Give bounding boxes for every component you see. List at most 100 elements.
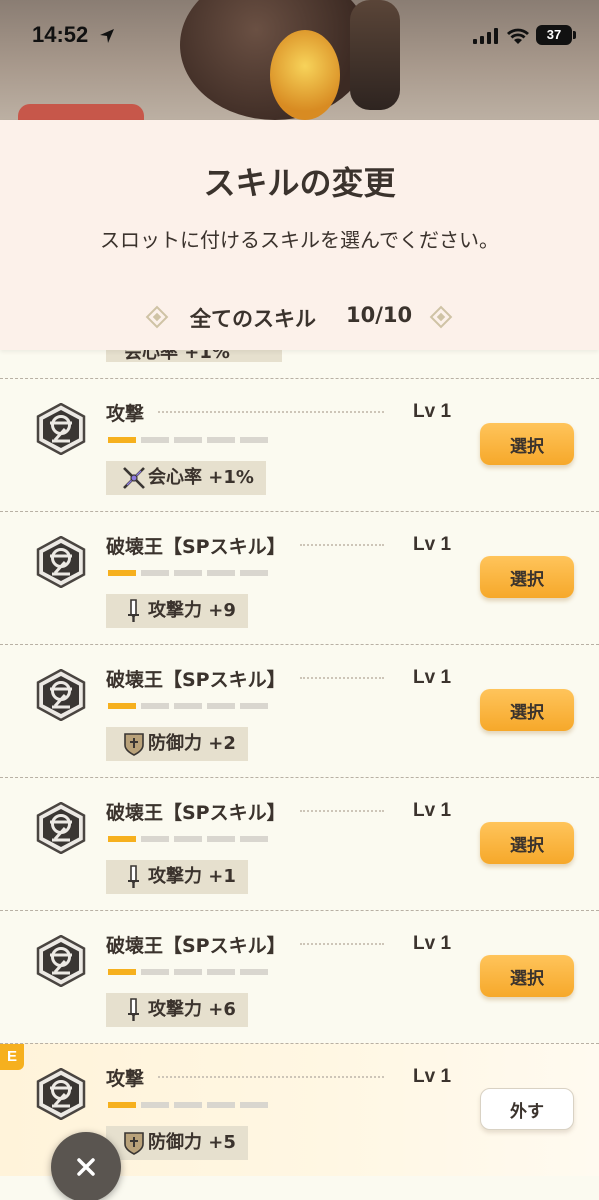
skill-name: 破壊王【SPスキル】: [106, 536, 286, 558]
name-level-divider: [300, 943, 384, 945]
level-pip: [240, 1102, 268, 1108]
equipped-badge-label: E: [6, 1048, 17, 1065]
level-pip: [207, 437, 235, 443]
stat-text: 攻撃力 +9: [148, 600, 236, 621]
level-pip: [141, 1102, 169, 1108]
level-pip: [141, 437, 169, 443]
level-pip: [174, 969, 202, 975]
level-pip: [174, 836, 202, 842]
name-level-divider: [300, 810, 384, 812]
skill-row[interactable]: 破壊王【SPスキル】 Lv 1 防御力 +2 選択: [0, 644, 599, 777]
name-level-divider: [300, 544, 384, 546]
skill-level: Lv 1: [413, 667, 452, 688]
skill-filter[interactable]: 全てのスキル 10/10: [0, 303, 599, 333]
battery-level: 37: [546, 27, 562, 42]
cellular-signal-icon: [473, 28, 498, 44]
dialog-title: スキルの変更: [203, 164, 396, 202]
level-progress: [108, 1102, 272, 1108]
skill-row[interactable]: 攻撃 Lv 1 会心率 +1% 選択: [0, 378, 599, 511]
level-pip: [240, 836, 268, 842]
level-progress: [108, 969, 272, 975]
level-pip: [174, 1102, 202, 1108]
skill-list[interactable]: 会心率 +1% 攻撃 Lv 1 会心率 +1% 選択 破壊王【SPスキル】 Lv 1 攻撃力…: [0, 350, 599, 1200]
level-pip: [207, 836, 235, 842]
skill-row[interactable]: 破壊王【SPスキル】 Lv 1 攻撃力 +9 選択: [0, 511, 599, 644]
level-pip: [141, 969, 169, 975]
skill-row[interactable]: 破壊王【SPスキル】 Lv 1 攻撃力 +6 選択: [0, 910, 599, 1043]
status-time: 14:52: [32, 22, 89, 47]
shield-icon: [124, 1132, 144, 1155]
stat-text: 攻撃力 +1: [148, 866, 236, 887]
sword-icon: [128, 998, 139, 1021]
skill-emblem-icon: [36, 403, 86, 455]
stat-text: 防御力 +2: [148, 733, 236, 754]
close-button[interactable]: [51, 1132, 121, 1200]
dialog-subtitle: スロットに付けるスキルを選んでください。: [100, 228, 499, 252]
level-progress: [108, 570, 272, 576]
level-pip: [108, 703, 136, 709]
name-level-divider: [158, 411, 384, 413]
level-progress: [108, 703, 272, 709]
skill-name: 破壊王【SPスキル】: [106, 669, 286, 691]
level-pip: [141, 703, 169, 709]
sword-icon: [128, 865, 139, 888]
diamond-left-icon: [145, 305, 169, 329]
level-pip: [108, 836, 136, 842]
select-button[interactable]: 選択: [480, 556, 574, 598]
skill-name: 攻撃: [106, 403, 145, 425]
level-pip: [240, 703, 268, 709]
skill-emblem-icon: [36, 536, 86, 588]
level-progress: [108, 437, 272, 443]
level-pip: [108, 437, 136, 443]
crit-icon: [123, 467, 145, 489]
level-pip: [240, 969, 268, 975]
stat-tag: 攻撃力 +1: [106, 860, 248, 894]
close-icon: [77, 1158, 95, 1176]
skill-name: 破壊王【SPスキル】: [106, 935, 286, 957]
level-pip: [207, 703, 235, 709]
stat-tag: 攻撃力 +6: [106, 993, 248, 1027]
select-button[interactable]: 選択: [480, 955, 574, 997]
equipped-badge: E: [0, 1044, 24, 1070]
skill-row[interactable]: 破壊王【SPスキル】 Lv 1 攻撃力 +1 選択: [0, 777, 599, 910]
stat-tag: 防御力 +2: [106, 727, 248, 761]
level-pip: [174, 437, 202, 443]
skill-level: Lv 1: [413, 534, 452, 555]
select-button[interactable]: 選択: [480, 423, 574, 465]
level-pip: [108, 1102, 136, 1108]
level-progress: [108, 836, 272, 842]
dialog-header: スキルの変更 スロットに付けるスキルを選んでください。 全てのスキル 10/10: [0, 120, 599, 350]
stat-tag: 防御力 +5: [106, 1126, 248, 1160]
name-level-divider: [300, 677, 384, 679]
skill-emblem-icon: [36, 802, 86, 854]
select-button[interactable]: 選択: [480, 689, 574, 731]
level-pip: [108, 570, 136, 576]
level-pip: [240, 570, 268, 576]
level-pip: [141, 836, 169, 842]
remove-button[interactable]: 外す: [480, 1088, 574, 1130]
skill-emblem-icon: [36, 669, 86, 721]
skill-emblem-icon: [36, 1068, 86, 1120]
level-pip: [174, 570, 202, 576]
stat-text: 防御力 +5: [148, 1132, 236, 1153]
wifi-icon: [507, 28, 529, 44]
battery-tip: [573, 31, 576, 39]
level-pip: [207, 969, 235, 975]
battery-icon: 37: [536, 25, 572, 45]
stat-text: 会心率 +1%: [148, 467, 254, 488]
stat-text: 攻撃力 +6: [148, 999, 236, 1020]
level-pip: [207, 1102, 235, 1108]
select-button[interactable]: 選択: [480, 822, 574, 864]
filter-count: 10/10: [346, 303, 413, 327]
skill-name: 破壊王【SPスキル】: [106, 802, 286, 824]
level-pip: [240, 437, 268, 443]
level-pip: [207, 570, 235, 576]
sword-icon: [128, 599, 139, 622]
skill-level: Lv 1: [413, 401, 452, 422]
skill-name: 攻撃: [106, 1068, 145, 1090]
skill-emblem-icon: [36, 935, 86, 987]
location-arrow-icon: [100, 29, 114, 43]
status-bar: 14:52 37: [0, 0, 599, 70]
diamond-right-icon: [429, 305, 453, 329]
level-pip: [141, 570, 169, 576]
